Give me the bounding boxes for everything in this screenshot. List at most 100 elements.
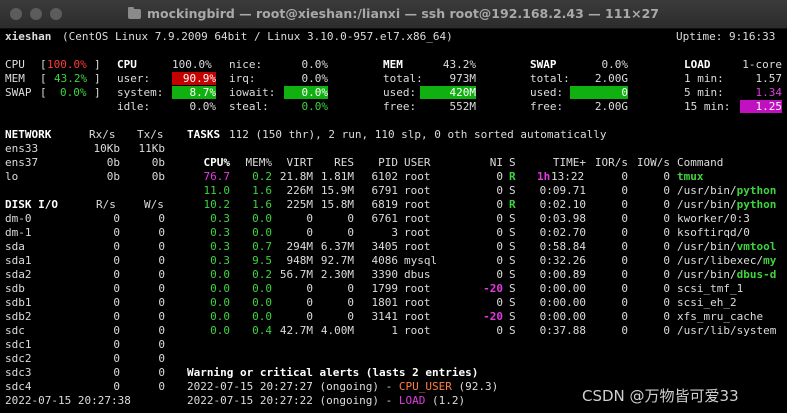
cpu-steal-value: 0.0% [301,100,329,113]
disk-write: 0 [158,240,165,253]
proc-ior: 0 [621,226,628,239]
col-ior[interactable]: IOR/s [590,156,628,169]
swap-percent: 0.0% [601,58,629,71]
network-iface-rx: 0b [106,170,120,183]
os-info: (CentOS Linux 7.9.2009 64bit / Linux 3.1… [62,30,453,43]
current-datetime: 2022-07-15 20:27:38 [5,394,131,407]
ql-cpu-value: 100.0% [47,58,87,71]
col-state[interactable]: S [509,156,516,169]
disk-read: 0 [113,366,120,379]
proc-virt: 21.8M [279,170,313,183]
cpu-user-value: 90.9% [172,72,216,85]
disk-read: 0 [113,226,120,239]
tasks-title: TASKS [187,128,221,141]
proc-command: /usr/bin/python [677,184,777,197]
network-title: NETWORK [5,128,52,141]
col-mem[interactable]: MEM% [236,156,273,169]
ql-mem-bracket-close: ] [94,72,101,85]
proc-state: S [509,268,516,281]
disk-write: 0 [158,282,165,295]
disk-name: sda [5,240,25,253]
col-res[interactable]: RES [316,156,354,169]
col-command[interactable]: Command [677,156,723,169]
load-cores: 1-core [742,58,782,71]
disk-write: 0 [158,324,165,337]
swap-free-value: 2.00G [594,100,628,113]
swap-title: SWAP [530,58,557,71]
col-user[interactable]: USER [404,156,431,169]
title-bar[interactable]: mockingbird — root@xieshan:/lianxi — ssh… [0,0,787,29]
network-iface-tx: 0b [151,170,165,183]
disk-write: 0 [158,310,165,323]
proc-iow: 0 [663,226,670,239]
disk-name: dm-0 [5,212,32,225]
disk-write: 0 [158,366,165,379]
ql-cpu-bracket-close: ] [94,58,101,71]
proc-command: tmux [677,170,704,183]
network-iface-name: lo [5,170,19,183]
network-iface-rx: 0b [106,156,120,169]
proc-time: 0:32.26 [539,254,586,267]
disk-read: 0 [113,310,120,323]
col-virt[interactable]: VIRT [275,156,314,169]
proc-res: 0 [347,212,354,225]
swap-total-label: total: [530,72,570,85]
disk-read: 0 [113,212,120,225]
alert-type: LOAD [398,394,426,407]
disk-write: 0 [158,380,165,393]
proc-time-hours: 1h [537,170,551,183]
disk-read: 0 [113,282,120,295]
proc-ni: 0 [496,184,503,197]
disk-name: sdc4 [5,380,32,393]
proc-time: 0:02.10 [539,198,586,211]
load-15min-label: 15 min: [684,100,731,113]
proc-time: 0:00.89 [539,268,586,281]
network-iface-name: ens33 [5,142,39,155]
proc-cpu: 11.0 [203,184,231,197]
proc-virt: 225M [286,198,314,211]
swap-free-label: free: [530,100,564,113]
proc-ni: 0 [496,198,503,211]
cpu-iowait-value: 0.0% [284,86,328,99]
disk-name: sdc1 [5,338,32,351]
proc-mem: 9.5 [252,254,272,267]
proc-iow: 0 [663,184,670,197]
swap-used-value: 0 [570,86,628,99]
proc-res: 0 [347,310,354,323]
proc-ior: 0 [621,296,628,309]
col-time[interactable]: TIME+ [530,156,586,169]
proc-pid: 6791 [371,184,399,197]
proc-ni: 0 [496,240,503,253]
disk-write: 0 [158,212,165,225]
disk-write: 0 [158,226,165,239]
col-ni[interactable]: NI [475,156,503,169]
proc-pid: 3141 [371,310,399,323]
proc-mem: 0.0 [252,296,272,309]
proc-time: 0:00.00 [539,282,586,295]
col-pid[interactable]: PID [360,156,398,169]
proc-ni: 0 [496,254,503,267]
col-cpu[interactable]: CPU% [190,156,231,169]
proc-cpu: 0.0 [210,324,230,337]
proc-virt: 0 [306,310,313,323]
alert-type: CPU_USER [398,380,452,393]
proc-virt: 0 [306,282,313,295]
proc-ior: 0 [621,268,628,281]
proc-pid: 1799 [371,282,399,295]
proc-iow: 0 [663,296,670,309]
proc-state: S [509,184,516,197]
proc-iow: 0 [663,268,670,281]
proc-cpu: 0.0 [210,268,230,281]
terminal-content[interactable]: xieshan (CentOS Linux 7.9.2009 64bit / L… [0,28,787,413]
proc-user: root [404,198,431,211]
col-iow[interactable]: IOW/s [632,156,670,169]
proc-ior: 0 [621,240,628,253]
mem-total-label: total: [383,72,423,85]
mem-total-value: 973M [449,72,477,85]
proc-ior: 0 [621,170,628,183]
load-15min-value: 1.25 [740,100,782,113]
proc-cpu: 0.3 [210,254,230,267]
proc-virt: 0 [306,226,313,239]
proc-cpu: 0.3 [210,240,230,253]
cpu-iowait-label: iowait: [229,86,276,99]
